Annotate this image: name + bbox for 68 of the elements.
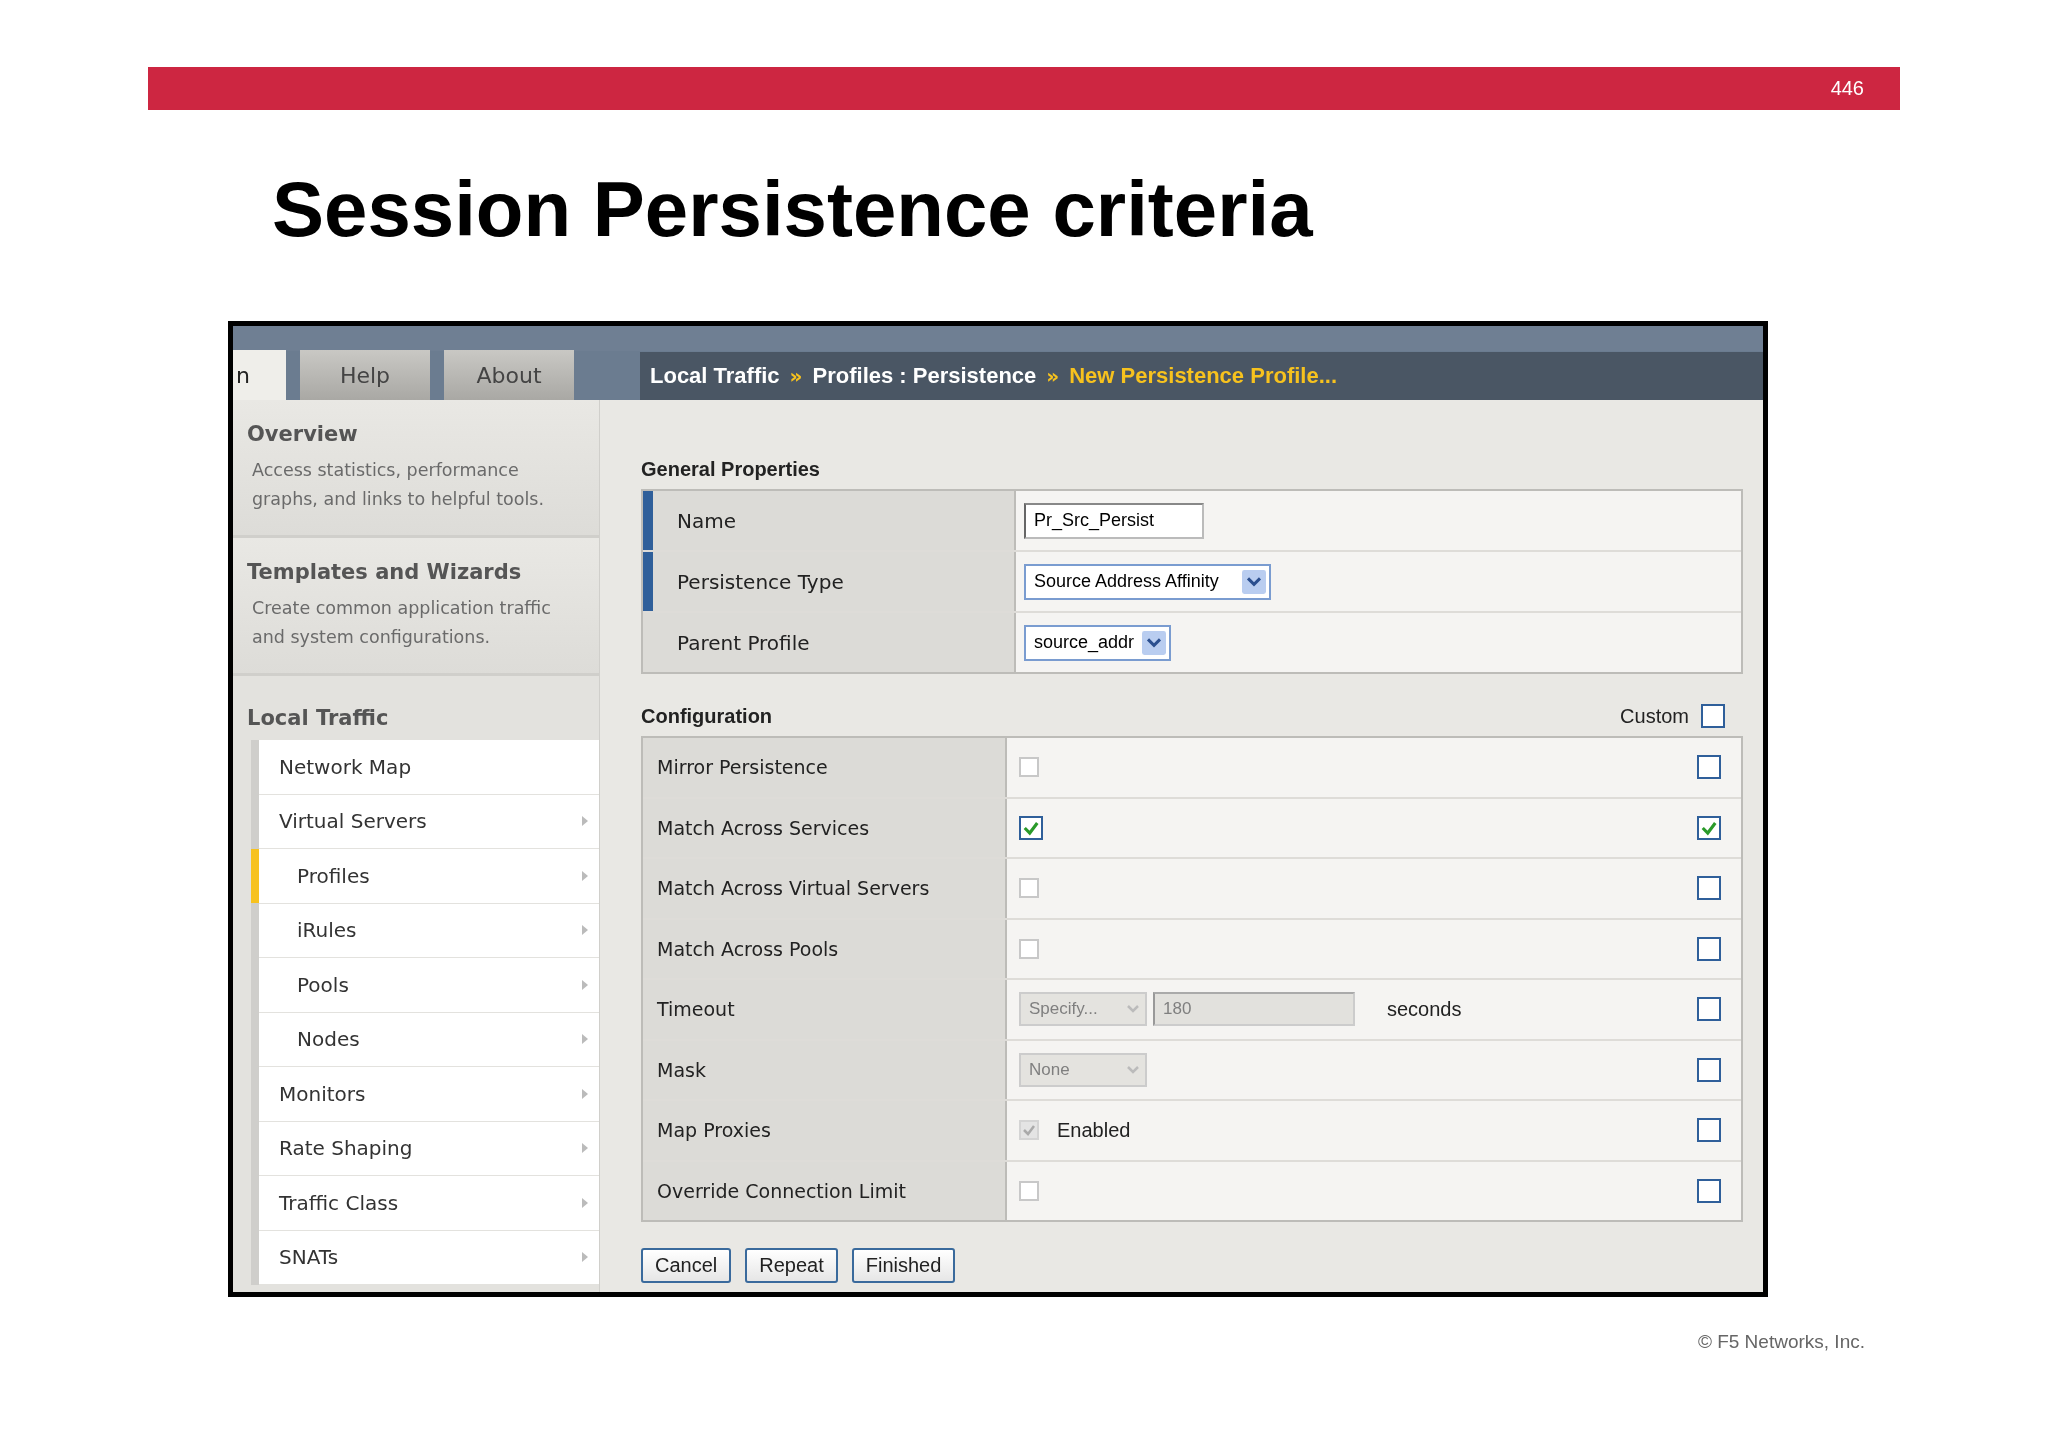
table-cell: Match Across Virtual Servers — [643, 859, 1007, 918]
timeout-field: 180 — [1153, 992, 1355, 1027]
table-cell: Match Across Services — [643, 798, 1007, 857]
breadcrumb-item[interactable]: Local Traffic — [650, 363, 780, 389]
arrow-icon — [581, 1196, 589, 1209]
tab[interactable]: n — [233, 350, 286, 400]
arrow-icon — [581, 1087, 589, 1100]
caret-icon — [1242, 569, 1266, 594]
table-cell: Timeout — [643, 980, 1007, 1039]
arrow-icon — [581, 1142, 589, 1155]
breadcrumb-item[interactable]: New Persistence Profile... — [1069, 363, 1337, 389]
checkbox[interactable] — [1019, 815, 1043, 840]
arrow-icon — [581, 978, 589, 991]
section-title[interactable]: Overview — [247, 422, 581, 446]
custom-checkbox[interactable] — [1697, 815, 1721, 840]
arrow-icon — [581, 1251, 589, 1264]
table-cell: Mask — [643, 1040, 1007, 1099]
name-field[interactable]: Pr_Src_Persist — [1024, 502, 1204, 539]
section-heading: General Properties — [641, 458, 821, 481]
nav-item[interactable]: iRules — [259, 903, 599, 958]
breadcrumb-separator: » — [1046, 364, 1060, 388]
form-button[interactable]: Cancel — [641, 1248, 732, 1283]
table-cell: Match Across Pools — [643, 919, 1007, 978]
section-heading: Configuration — [641, 705, 773, 728]
nav-item[interactable]: Rate Shaping — [259, 1121, 599, 1176]
checkbox-label: Enabled — [1057, 1118, 1131, 1142]
dropdown[interactable]: source_addr — [1024, 624, 1172, 661]
arrow-icon — [581, 815, 589, 828]
form-button[interactable]: Finished — [851, 1248, 956, 1283]
nav-title: Local Traffic — [246, 705, 390, 732]
breadcrumb-item[interactable]: Profiles : Persistence — [812, 363, 1037, 389]
dropdown: None — [1019, 1052, 1147, 1087]
dropdown[interactable]: Source Address Affinity — [1024, 563, 1271, 600]
table-cell: Name — [643, 491, 1016, 550]
custom-checkbox[interactable] — [1697, 1178, 1721, 1203]
unit-label: seconds — [1387, 997, 1462, 1021]
nav-item[interactable]: Virtual Servers — [259, 794, 599, 849]
section-title[interactable]: Templates and Wizards — [247, 560, 581, 584]
nav-item[interactable]: Pools — [259, 958, 599, 1013]
tab[interactable]: Help — [300, 350, 430, 400]
custom-label: Custom — [1620, 704, 1689, 728]
caret-icon — [1142, 630, 1167, 655]
nav-item[interactable]: Network Map — [259, 740, 599, 795]
slide-title: Session Persistence criteria — [272, 170, 1314, 255]
dropdown: Specify... — [1019, 992, 1147, 1027]
table-cell: Override Connection Limit — [643, 1161, 1007, 1220]
section-description: Access statistics, performance graphs, and links to helpful tools. — [251, 459, 546, 511]
arrow-icon — [581, 1033, 589, 1046]
arrow-icon — [581, 869, 589, 882]
copyright: © F5 Networks, Inc. — [1696, 1331, 1865, 1353]
page-number: 446 — [1830, 77, 1864, 100]
nav-item[interactable]: Monitors — [259, 1067, 599, 1122]
nav-item[interactable]: Nodes — [259, 1012, 599, 1067]
section-description: Create common application traffic and system configurations. — [251, 597, 552, 649]
breadcrumb-separator: » — [789, 364, 803, 388]
checkbox[interactable] — [1701, 704, 1725, 728]
tab[interactable]: About — [444, 350, 574, 400]
form-button[interactable]: Repeat — [745, 1248, 838, 1283]
table-cell: Map Proxies — [643, 1101, 1007, 1160]
table-cell: Mirror Persistence — [643, 738, 1007, 797]
table-cell: Persistence Type — [643, 552, 1016, 611]
custom-checkbox[interactable] — [1697, 755, 1721, 780]
arrow-icon — [581, 924, 589, 937]
nav-item[interactable]: Traffic Class — [259, 1176, 599, 1231]
custom-checkbox[interactable] — [1697, 936, 1721, 961]
nav-item[interactable]: SNATs — [259, 1230, 599, 1285]
custom-checkbox[interactable] — [1697, 876, 1721, 901]
table-cell: Parent Profile — [643, 613, 1016, 672]
